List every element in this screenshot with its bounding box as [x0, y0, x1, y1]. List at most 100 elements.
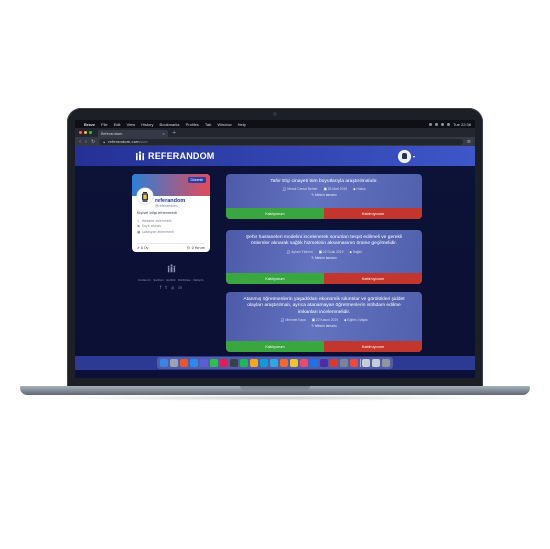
- whatsapp-icon[interactable]: [209, 359, 218, 367]
- footer-links[interactable]: Kullanım Şartları Gizlilik Politikası İl…: [132, 278, 210, 282]
- premiere-icon[interactable]: [319, 359, 328, 367]
- launchpad-icon[interactable]: [169, 359, 178, 367]
- dock-separator: [359, 359, 361, 367]
- brand-logo[interactable]: REFERANDOM: [135, 151, 215, 161]
- disagree-button[interactable]: Katılmıyorum: [324, 208, 422, 219]
- agree-button[interactable]: Katılıyorum: [226, 208, 324, 219]
- illustrator-icon[interactable]: [279, 359, 288, 367]
- back-icon[interactable]: ‹: [79, 139, 81, 145]
- user-icon: 👤︎: [280, 318, 285, 323]
- mail-icon[interactable]: [189, 359, 198, 367]
- twitter-icon[interactable]: t: [165, 285, 167, 290]
- tab-title: Referandom: [101, 131, 123, 136]
- proposal-text: Tahir Elçi cinayeti tüm boyutlarıyla ara…: [270, 179, 378, 184]
- disagree-button[interactable]: Katılmıyorum: [324, 341, 422, 352]
- menu-file[interactable]: File: [101, 122, 107, 127]
- vote-buttons: Katılıyorum Katılmıyorum: [226, 341, 422, 352]
- trash-icon[interactable]: [382, 359, 391, 367]
- user-icon: 👤︎: [282, 187, 287, 192]
- menu-profiles[interactable]: Profiles: [186, 122, 199, 127]
- brand-name: REFERANDOM: [148, 151, 215, 161]
- battery-icon[interactable]: [447, 122, 451, 126]
- proposal-text: Atanmış öğretmenlerin yaşadıkları ekonom…: [243, 297, 405, 315]
- music-icon[interactable]: [299, 359, 308, 367]
- profile-info-location: ⬤ Lokasyon eklenmedi: [137, 229, 174, 234]
- proposal-body[interactable]: Şehir hastaneleri modelini incelenerek s…: [226, 230, 422, 260]
- menu-view[interactable]: View: [126, 122, 135, 127]
- avatar[interactable]: [397, 149, 411, 163]
- discord-icon[interactable]: [199, 359, 208, 367]
- linkedin-icon[interactable]: in: [178, 285, 182, 290]
- menu-help[interactable]: Help: [238, 122, 246, 127]
- browser-tab[interactable]: Referandom ×: [98, 130, 168, 137]
- read-more-link[interactable]: ✎ Metnin tamamı: [240, 193, 408, 197]
- comments-count[interactable]: 💬︎ 0 Yorum: [186, 246, 205, 250]
- website: REFERANDOM ▾ Düzenle referandom @referan…: [75, 146, 475, 370]
- status-icon[interactable]: [429, 122, 433, 126]
- edit-profile-button[interactable]: Düzenle: [187, 177, 206, 183]
- brave-icon[interactable]: [179, 359, 188, 367]
- menu-edit[interactable]: Edit: [114, 122, 121, 127]
- terminal-icon[interactable]: [229, 359, 238, 367]
- slack-icon[interactable]: [219, 359, 228, 367]
- photoshop-icon[interactable]: [269, 359, 278, 367]
- downloads-icon[interactable]: [362, 359, 371, 367]
- menu-status-area: Tue 22:38: [429, 122, 471, 127]
- profile-avatar[interactable]: [137, 188, 153, 204]
- folder-icon[interactable]: [372, 359, 381, 367]
- mac-dock: [75, 356, 475, 370]
- disagree-button[interactable]: Katılmıyorum: [324, 273, 422, 284]
- instagram-icon[interactable]: ◎: [171, 285, 175, 290]
- menu-bookmarks[interactable]: Bookmarks: [160, 122, 180, 127]
- address-bar-row: ‹ › ↻ 🔒︎ referandom.com/oov ≡: [75, 137, 475, 146]
- close-tab-icon[interactable]: ×: [162, 132, 165, 136]
- close-window-icon[interactable]: [79, 131, 82, 134]
- indesign-icon[interactable]: [329, 359, 338, 367]
- vscode-icon[interactable]: [259, 359, 268, 367]
- agree-button[interactable]: Katılıyorum: [226, 341, 324, 352]
- settings-icon[interactable]: [339, 359, 348, 367]
- proposal-body[interactable]: Tahir Elçi cinayeti tüm boyutlarıyla ara…: [226, 174, 422, 197]
- facebook-icon[interactable]: f: [160, 285, 161, 290]
- menu-app-name[interactable]: Brave: [84, 122, 95, 127]
- proposal-card: Atanmış öğretmenlerin yaşadıkları ekonom…: [226, 292, 422, 352]
- proposal-body[interactable]: Atanmış öğretmenlerin yaşadıkları ekonom…: [226, 292, 422, 328]
- forward-icon[interactable]: ›: [85, 139, 87, 145]
- notes-icon[interactable]: [249, 359, 258, 367]
- proposal-meta: 👤︎Mesut Cemal Berber ▣25 Mart 2019 ⬥Huku…: [240, 187, 408, 191]
- read-more-link[interactable]: ✎ Metnin tamamı: [240, 324, 408, 328]
- menu-window[interactable]: Window: [217, 122, 231, 127]
- wifi-icon[interactable]: [441, 122, 445, 126]
- proposal-text: Şehir hastaneleri modelini incelenerek s…: [245, 235, 403, 247]
- sketch-icon[interactable]: [289, 359, 298, 367]
- menu-icon[interactable]: ≡: [467, 139, 471, 145]
- status-icon[interactable]: [435, 122, 439, 126]
- xcode-icon[interactable]: [309, 359, 318, 367]
- screen: Brave File Edit View History Bookmarks P…: [75, 120, 475, 378]
- user-menu[interactable]: ▾: [397, 149, 415, 163]
- finder-icon[interactable]: [159, 359, 168, 367]
- read-more-link[interactable]: ✎ Metnin tamamı: [240, 256, 408, 260]
- chrome-icon[interactable]: [349, 359, 358, 367]
- proposal-meta: 👤︎Ayhan Yıldırım ▣22 Ocak 2019 ⬥Sağlık: [240, 250, 408, 254]
- social-links: f t ◎ in: [132, 285, 210, 290]
- minimize-window-icon[interactable]: [84, 131, 87, 134]
- chevron-down-icon[interactable]: ▾: [413, 154, 415, 159]
- user-icon: 👤︎: [286, 249, 291, 254]
- footer-logo-icon: [167, 264, 175, 273]
- url-input[interactable]: 🔒︎ referandom.com/oov: [99, 138, 463, 145]
- calendar-icon: ▣: [311, 318, 315, 323]
- profile-bio: Kişisel bilgi eklenmedi: [137, 211, 177, 215]
- new-tab-icon[interactable]: +: [172, 130, 176, 136]
- maximize-window-icon[interactable]: [89, 131, 92, 134]
- reload-icon[interactable]: ↻: [91, 139, 95, 145]
- menu-history[interactable]: History: [141, 122, 153, 127]
- agree-button[interactable]: Katılıyorum: [226, 273, 324, 284]
- clock[interactable]: Tue 22:38: [453, 122, 471, 127]
- likes-count[interactable]: ✔ 0 Oy: [137, 246, 149, 250]
- proposal-card: Tahir Elçi cinayeti tüm boyutlarıyla ara…: [226, 174, 422, 219]
- spotify-icon[interactable]: [239, 359, 248, 367]
- calendar-icon: ▣: [323, 187, 327, 192]
- menu-tab[interactable]: Tab: [205, 122, 211, 127]
- proposal-date: ▣25 Mart 2019: [323, 187, 348, 192]
